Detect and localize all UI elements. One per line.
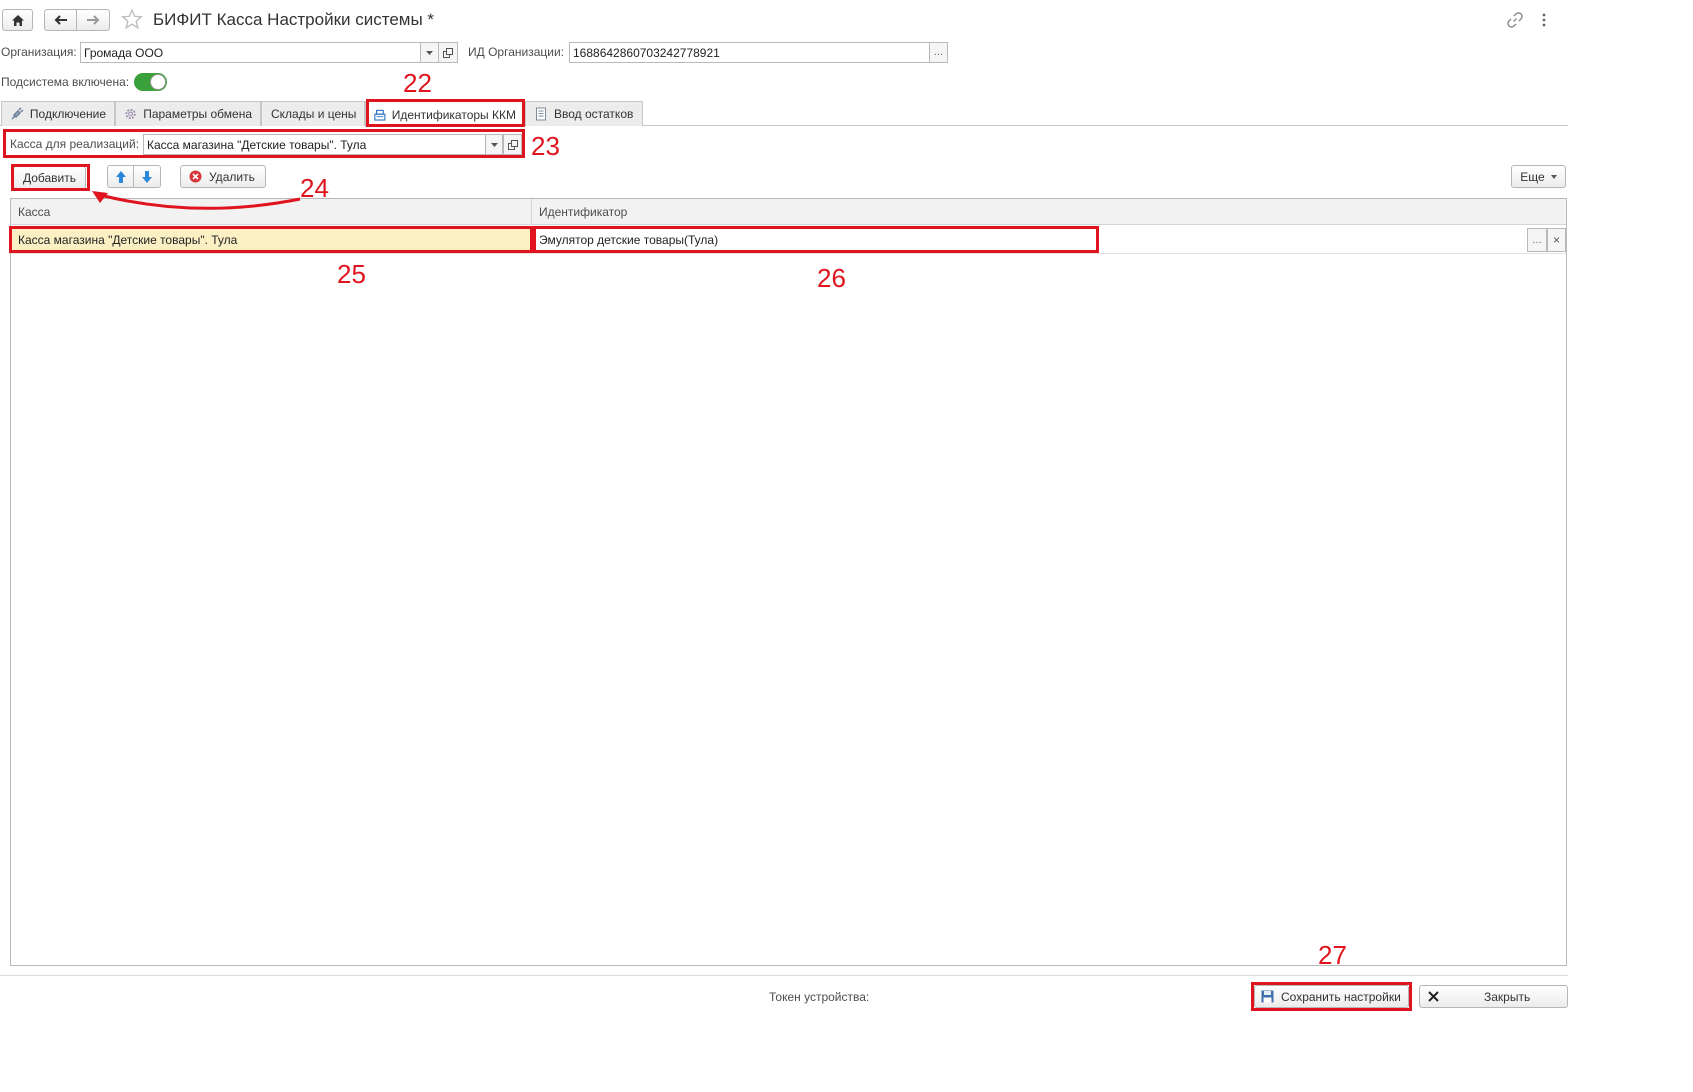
org-dropdown-button[interactable] — [420, 42, 439, 63]
org-id-select-button[interactable]: … — [929, 42, 948, 63]
forward-button[interactable] — [76, 9, 110, 31]
arrow-right-icon — [87, 15, 100, 25]
toggle-knob — [150, 74, 166, 90]
column-header-identifier[interactable]: Идентификатор — [532, 199, 1566, 225]
tab-exchange-params[interactable]: Параметры обмена — [115, 101, 261, 126]
more-label: Еще — [1520, 169, 1545, 184]
tab-label: Параметры обмена — [143, 107, 252, 121]
annotation-number-26: 26 — [817, 263, 846, 293]
org-field[interactable]: Громада ООО — [80, 42, 421, 63]
home-icon — [11, 14, 24, 26]
open-window-icon — [443, 47, 453, 58]
org-label: Организация: — [1, 45, 77, 59]
favorite-star-icon[interactable] — [120, 8, 144, 30]
annotation-box-26 — [533, 226, 1099, 253]
token-label: Токен устройства: — [769, 990, 870, 1004]
back-button[interactable] — [44, 9, 77, 31]
footer-divider — [0, 975, 1568, 976]
more-button[interactable]: Еще — [1511, 165, 1566, 188]
chevron-down-icon — [1550, 174, 1557, 179]
identifier-clear-button[interactable]: × — [1547, 228, 1566, 252]
close-icon — [1428, 991, 1439, 1002]
plug-icon — [11, 107, 24, 120]
annotation-number-25: 25 — [337, 259, 366, 289]
tab-label: Ввод остатков — [554, 107, 634, 121]
annotation-box-25 — [9, 226, 533, 253]
annotation-box-22 — [366, 99, 525, 127]
tab-label: Подключение — [29, 107, 106, 121]
more-menu-icon[interactable] — [1540, 12, 1548, 28]
annotation-number-27: 27 — [1318, 940, 1347, 970]
close-button[interactable]: Закрыть — [1419, 985, 1568, 1008]
table — [10, 198, 1567, 966]
org-id-field[interactable]: 1688642860703242778921 — [569, 42, 930, 63]
annotation-box-27 — [1251, 982, 1412, 1011]
delete-label: Удалить — [209, 169, 255, 184]
chevron-down-icon — [426, 50, 433, 55]
tab-connection[interactable]: Подключение — [1, 101, 115, 126]
window-title: БИФИТ Касса Настройки системы * — [153, 10, 435, 29]
document-icon — [536, 107, 546, 121]
annotation-box-23 — [3, 129, 525, 158]
link-icon[interactable] — [1507, 12, 1523, 28]
annotation-arrow-24 — [92, 191, 301, 210]
arrow-down-icon — [142, 170, 152, 183]
org-open-button[interactable] — [438, 42, 458, 63]
annotation-number-23: 23 — [531, 131, 560, 161]
delete-icon — [189, 170, 202, 183]
gear-icon — [125, 108, 136, 120]
close-label: Закрыть — [1484, 989, 1531, 1004]
tab-warehouses-prices[interactable]: Склады и цены — [261, 101, 365, 126]
subsystem-label: Подсистема включена: — [1, 75, 130, 89]
org-id-label: ИД Организации: — [468, 45, 564, 59]
arrow-up-icon — [115, 170, 126, 183]
home-button[interactable] — [2, 9, 33, 31]
tab-label: Склады и цены — [271, 107, 357, 121]
annotation-box-24 — [11, 164, 90, 191]
tab-opening-balances[interactable]: Ввод остатков — [525, 101, 643, 126]
subsystem-toggle[interactable] — [134, 73, 167, 91]
annotation-number-22: 22 — [403, 68, 432, 98]
arrow-left-icon — [54, 15, 67, 25]
identifier-select-button[interactable]: … — [1527, 228, 1547, 252]
